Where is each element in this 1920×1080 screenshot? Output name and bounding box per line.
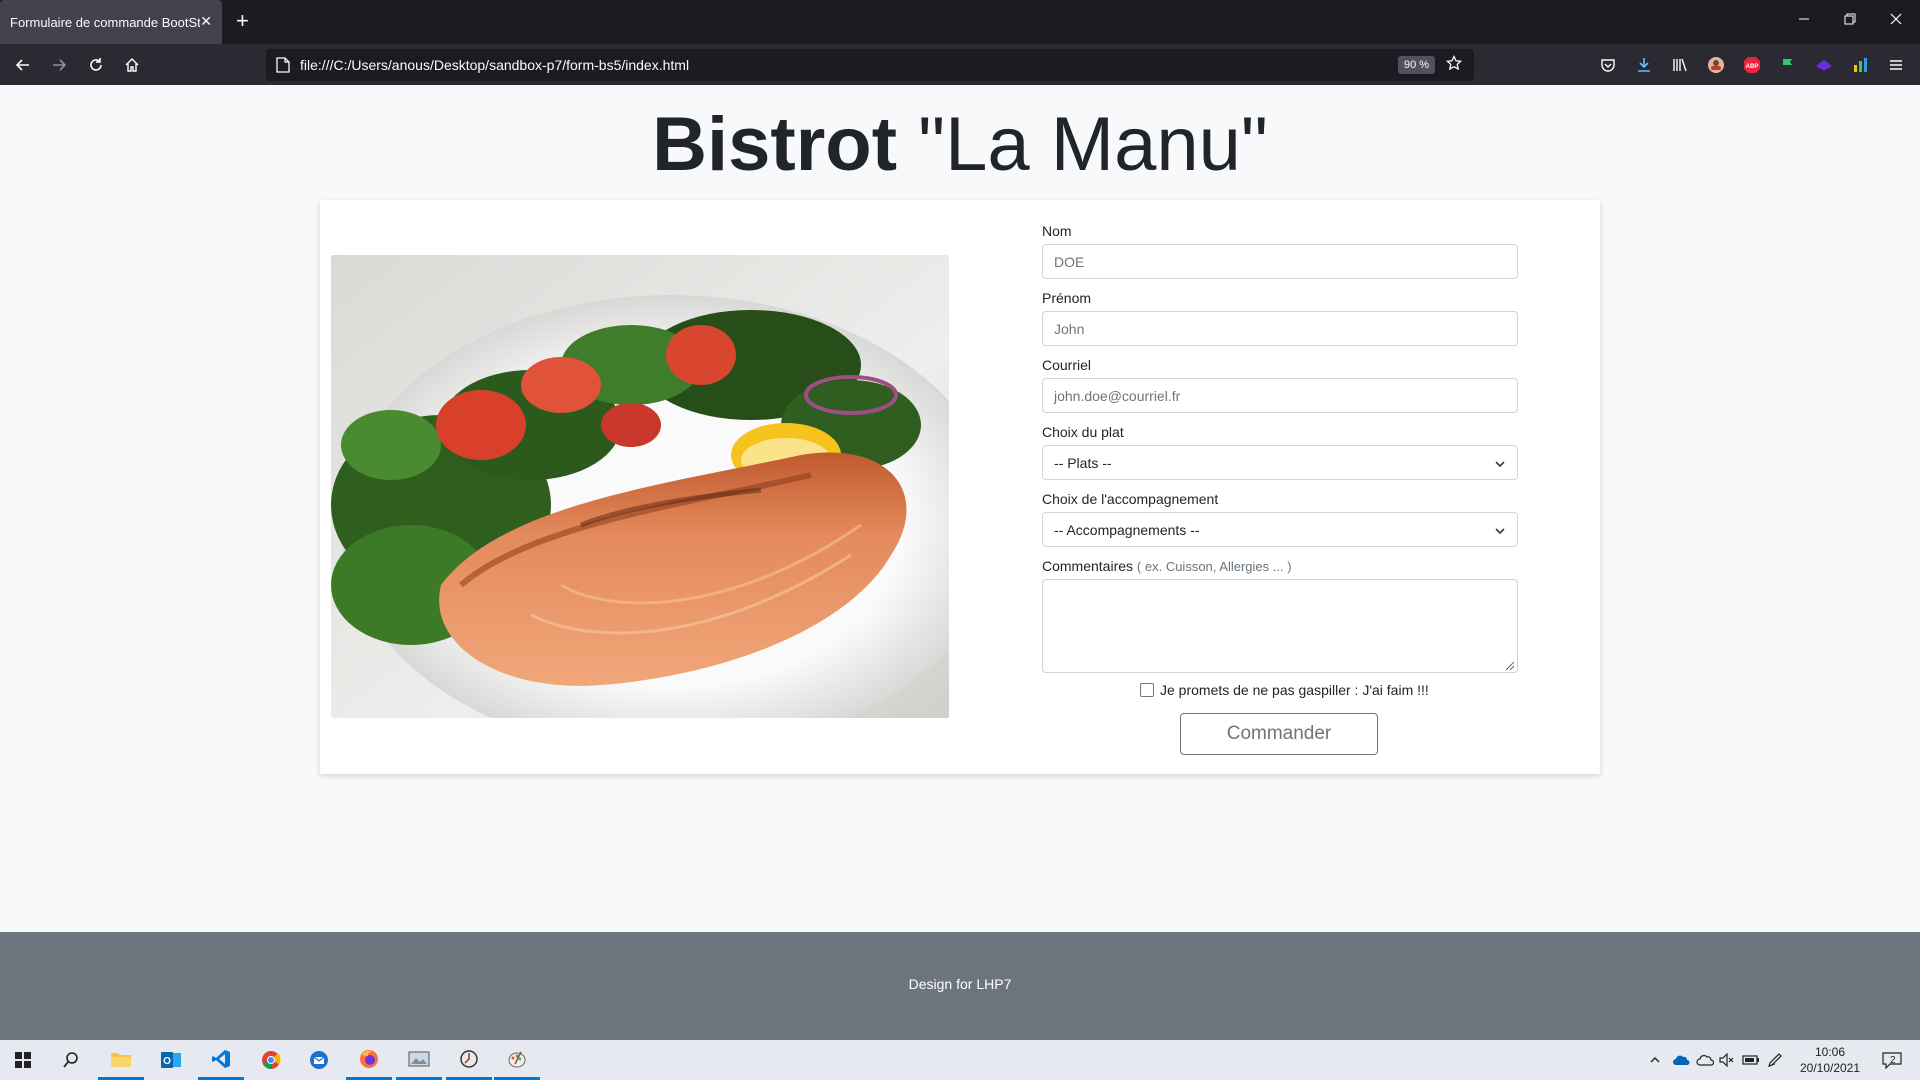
chrome-icon[interactable] [248, 1040, 294, 1080]
show-hidden-icons-chevron-icon[interactable] [1646, 1051, 1664, 1069]
nom-placeholder: DOE [1054, 253, 1085, 270]
close-window-icon[interactable] [1886, 12, 1906, 28]
no-waste-checkbox-row[interactable]: Je promets de ne pas gaspiller : J'ai fa… [1140, 682, 1429, 698]
commentaires-textarea[interactable] [1042, 579, 1518, 673]
home-icon[interactable] [119, 52, 145, 78]
svg-text:ABP: ABP [1746, 64, 1759, 70]
chevron-down-icon [1494, 457, 1506, 469]
url-bar[interactable]: file:///C:/Users/anous/Desktop/sandbox-p… [266, 49, 1474, 81]
page-title-light: "La Manu" [918, 102, 1268, 187]
prenom-input[interactable]: John [1042, 311, 1518, 346]
courriel-group: Courriel john.doe@courriel.fr [1042, 356, 1518, 413]
prenom-group: Prénom John [1042, 289, 1518, 346]
clock-date: 20/10/2021 [1799, 1061, 1861, 1075]
commander-button[interactable]: Commander [1180, 713, 1378, 755]
courriel-input[interactable]: john.doe@courriel.fr [1042, 378, 1518, 413]
pocket-icon[interactable] [1598, 55, 1618, 75]
commentaires-group: Commentaires ( ex. Cuisson, Allergies ..… [1042, 557, 1518, 673]
commentaires-hint: ( ex. Cuisson, Allergies ... ) [1136, 559, 1292, 574]
plat-selected-value: -- Plats -- [1054, 454, 1112, 471]
prenom-label: Prénom [1042, 290, 1092, 306]
nom-input[interactable]: DOE [1042, 244, 1518, 279]
nom-group: Nom DOE [1042, 222, 1518, 279]
courriel-placeholder: john.doe@courriel.fr [1054, 387, 1181, 404]
library-icon[interactable] [1670, 55, 1690, 75]
url-text: file:///C:/Users/anous/Desktop/sandbox-p… [300, 57, 690, 73]
plat-label: Choix du plat [1042, 424, 1124, 440]
onedrive-icon[interactable] [1672, 1051, 1690, 1069]
browser-tab-active[interactable]: Formulaire de commande BootStrap ✕ [0, 0, 222, 44]
extension-stats-icon[interactable] [1850, 55, 1870, 75]
zoom-level-badge[interactable]: 90 % [1398, 56, 1436, 74]
no-waste-checkbox-label[interactable]: Je promets de ne pas gaspiller : J'ai fa… [1160, 682, 1429, 698]
plat-select[interactable]: -- Plats -- [1042, 445, 1518, 480]
chevron-down-icon [1494, 524, 1506, 536]
windows-taskbar: O 10:06 20/10/2021 2 [0, 1040, 1920, 1080]
minimize-icon[interactable] [1794, 12, 1814, 28]
salmon-dish-photo [331, 255, 949, 718]
search-icon[interactable] [48, 1040, 94, 1080]
plat-group: Choix du plat -- Plats -- [1042, 423, 1518, 480]
page-title-bold: Bistrot [652, 102, 898, 187]
file-explorer-icon[interactable] [98, 1040, 144, 1080]
cloud-sync-icon[interactable] [1696, 1051, 1714, 1069]
new-tab-button[interactable]: + [236, 10, 249, 32]
restore-icon[interactable] [1840, 12, 1860, 28]
notifications-count: 2 [1890, 1055, 1896, 1066]
downloads-icon[interactable] [1634, 55, 1654, 75]
image-viewer-icon[interactable] [396, 1040, 442, 1080]
commentaires-label-text: Commentaires [1042, 558, 1134, 574]
adblock-plus-icon[interactable]: ABP [1742, 55, 1762, 75]
accompagnement-selected-value: -- Accompagnements -- [1054, 521, 1200, 538]
bookmark-star-icon[interactable] [1445, 54, 1463, 76]
browser-tab-bar: Formulaire de commande BootStrap ✕ + [0, 0, 1920, 44]
profile-avatar-icon[interactable] [1706, 55, 1726, 75]
reload-icon[interactable] [83, 52, 109, 78]
page-icon [276, 57, 290, 73]
accompagnement-label: Choix de l'accompagnement [1042, 491, 1219, 507]
taskbar-clock[interactable]: 10:06 20/10/2021 [1790, 1044, 1870, 1076]
page-footer: Design for LHP7 [0, 932, 1920, 1042]
order-card: Nom DOE Prénom John Courriel john.doe@co… [320, 200, 1600, 774]
pen-workspace-icon[interactable] [1766, 1051, 1784, 1069]
extension-flag-icon[interactable] [1778, 55, 1798, 75]
battery-icon[interactable] [1742, 1051, 1760, 1069]
accompagnement-select[interactable]: -- Accompagnements -- [1042, 512, 1518, 547]
firefox-icon[interactable] [346, 1040, 392, 1080]
order-form: Nom DOE Prénom John Courriel john.doe@co… [1042, 222, 1518, 683]
extension-purple-icon[interactable] [1814, 55, 1834, 75]
page-title: Bistrot "La Manu" [0, 95, 1920, 195]
browser-toolbar: file:///C:/Users/anous/Desktop/sandbox-p… [0, 44, 1920, 85]
tab-title: Formulaire de commande BootStrap [10, 14, 200, 30]
windows-start-icon[interactable] [0, 1040, 46, 1080]
vscode-icon[interactable] [198, 1040, 244, 1080]
commentaires-label: Commentaires ( ex. Cuisson, Allergies ..… [1042, 557, 1518, 575]
clock-app-icon[interactable] [446, 1040, 492, 1080]
page-content: Bistrot "La Manu" Nom DOE Prénom John Co… [0, 85, 1920, 1042]
nom-label: Nom [1042, 223, 1072, 239]
back-arrow-icon[interactable] [10, 52, 36, 78]
no-waste-checkbox[interactable] [1140, 683, 1154, 697]
volume-muted-icon[interactable] [1718, 1051, 1736, 1069]
clock-time: 10:06 [1814, 1045, 1846, 1059]
svg-text:O: O [163, 1056, 171, 1067]
courriel-label: Courriel [1042, 357, 1092, 373]
outlook-icon[interactable]: O [148, 1040, 194, 1080]
resize-handle-icon[interactable] [1503, 658, 1515, 671]
hamburger-menu-icon[interactable] [1886, 55, 1906, 75]
footer-text: Design for LHP7 [908, 976, 1012, 992]
accompagnement-group: Choix de l'accompagnement -- Accompagnem… [1042, 490, 1518, 547]
thunderbird-icon[interactable] [296, 1040, 342, 1080]
paint-icon[interactable] [494, 1040, 540, 1080]
prenom-placeholder: John [1054, 320, 1085, 337]
forward-arrow-icon[interactable] [46, 52, 72, 78]
tab-close-icon[interactable]: ✕ [200, 13, 212, 30]
